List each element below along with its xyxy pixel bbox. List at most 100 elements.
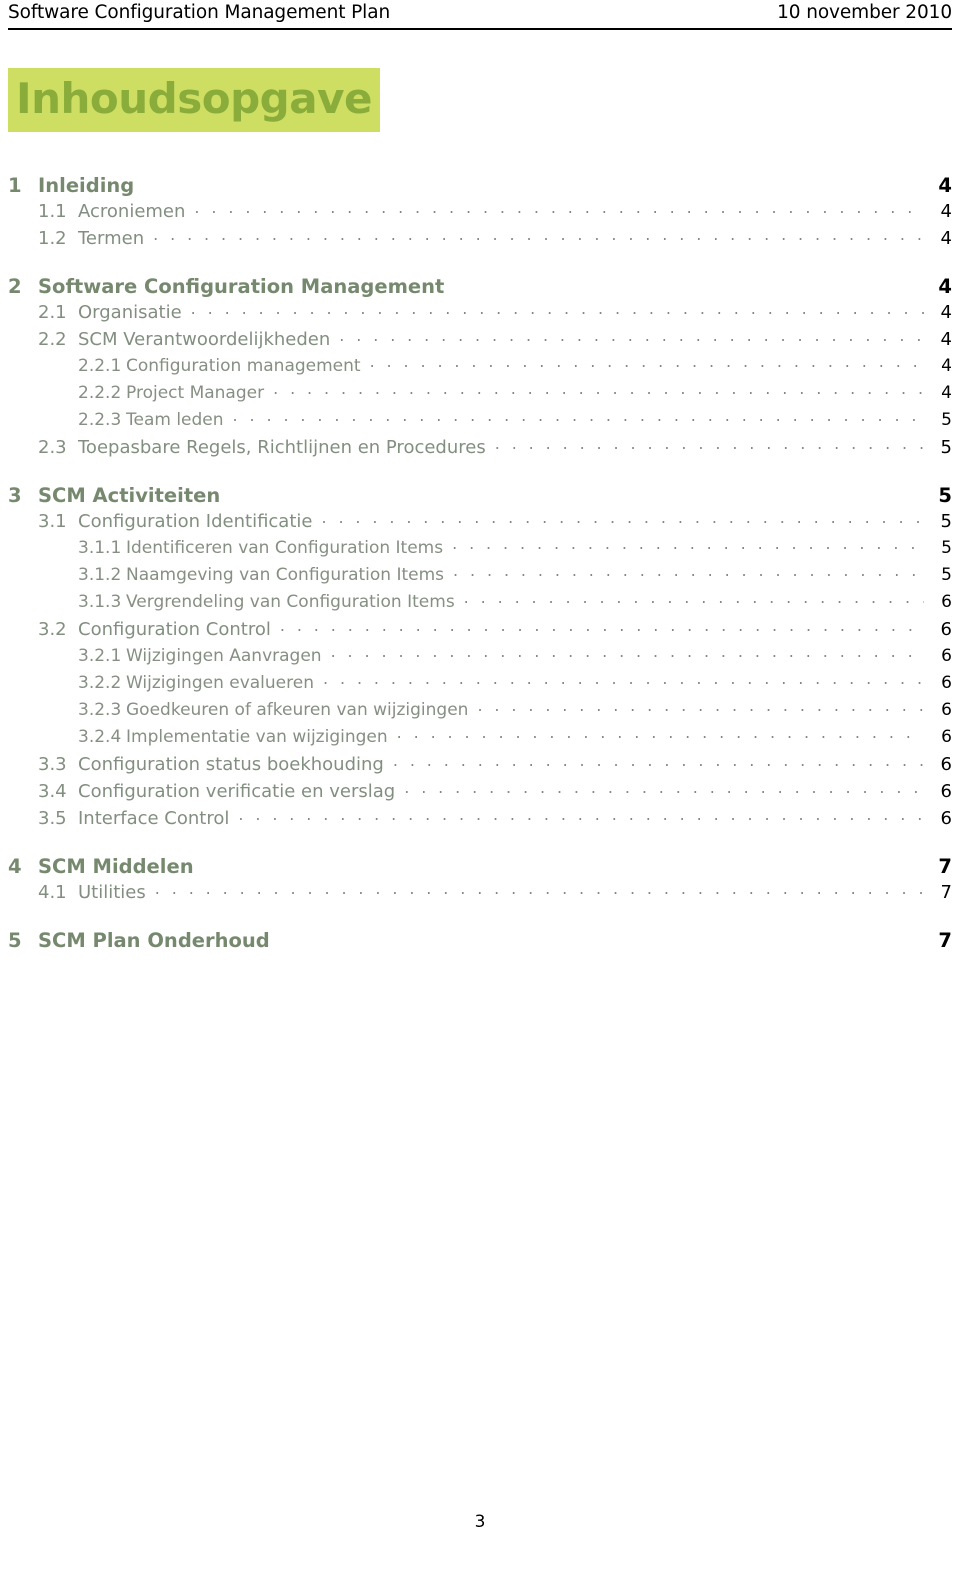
toc-entry-page-number: 6 — [941, 592, 952, 612]
toc-entry-page-number: 4 — [940, 228, 952, 249]
toc-entry-label: Vergrendeling van Configuration Items — [126, 592, 455, 612]
toc-entry-number: 2.3 — [38, 437, 67, 458]
toc-entry[interactable]: 4 SCM Middelen 7 — [8, 853, 952, 880]
toc-entry[interactable]: 3.4 Configuration verificatie en verslag 6 — [8, 779, 952, 806]
toc-entry-label: SCM Verantwoordelijkheden — [78, 329, 331, 350]
toc-entry-number: 3 — [8, 483, 22, 507]
toc-entry[interactable]: 3.2.1Wijzigingen Aanvragen 6 — [8, 644, 952, 671]
toc-entry-label: SCM Middelen — [38, 854, 194, 878]
toc-leader-dots — [273, 381, 924, 398]
toc-entry[interactable]: 2 Software Configuration Management 4 — [8, 273, 952, 300]
toc-entry-page-number: 6 — [940, 781, 952, 802]
toc-entry-label: Goedkeuren of afkeuren van wijzigingen — [126, 700, 469, 720]
toc-leader-dots — [155, 880, 924, 898]
toc-entry-label: Configuration Control — [78, 619, 271, 640]
header-date: 10 november 2010 — [777, 2, 952, 23]
header-divider-rule — [8, 28, 952, 30]
toc-leader-dots — [452, 536, 924, 553]
toc-entry-label: Team leden — [126, 410, 224, 430]
header-document-title: Software Configuration Management Plan — [8, 2, 391, 23]
toc-entry-number: 3.2 — [38, 619, 67, 640]
toc-entry-label: Implementatie van wijzigingen — [126, 727, 388, 747]
toc-entry[interactable]: 3.1.1 Identificeren van Configuration Ite… — [8, 536, 952, 563]
toc-entry-page-number: 4 — [938, 274, 952, 298]
toc-entry-label: Software Configuration Management — [38, 274, 445, 298]
toc-entry-page-number: 6 — [941, 646, 952, 666]
toc-entry[interactable]: 2.2 SCM Verantwoordelijkheden 4 — [8, 327, 952, 354]
toc-entry-label: Termen — [78, 228, 145, 249]
toc-entry-number: 3.2.3 — [78, 700, 122, 720]
toc-entry-number: 2.2.3 — [78, 410, 122, 430]
toc-entry-page-number: 7 — [938, 928, 952, 952]
toc-entry[interactable]: 3.1 Configuration Identificatie 5 — [8, 509, 952, 536]
toc-leader-dots — [339, 327, 924, 345]
toc-entry-number: 1.1 — [38, 201, 67, 222]
toc-entry-page-number: 5 — [941, 538, 952, 558]
toc-entry-number: 4.1 — [38, 882, 67, 903]
toc-entry[interactable]: 3.2 Configuration Control 6 — [8, 617, 952, 644]
toc-entry-page-number: 4 — [941, 356, 952, 376]
toc-entry-label: Interface Control — [78, 808, 230, 829]
toc-entry-number: 3.1 — [38, 511, 67, 532]
toc-entry[interactable]: 1 Inleiding 4 — [8, 172, 952, 199]
toc-entry-page-number: 6 — [941, 700, 952, 720]
toc-entry[interactable]: 3.3 Configuration status boekhouding 6 — [8, 752, 952, 779]
toc-entry[interactable]: 5 SCM Plan Onderhoud 7 — [8, 927, 952, 954]
toc-entry-number: 4 — [8, 854, 22, 878]
toc-leader-dots — [404, 779, 924, 797]
toc-leader-dots — [194, 199, 924, 217]
toc-entry-page-number: 5 — [941, 565, 952, 585]
toc-entry-number: 1.2 — [38, 228, 67, 249]
toc-leader-dots — [153, 226, 924, 244]
toc-leader-dots — [397, 725, 924, 742]
footer-page-number: 3 — [474, 1512, 486, 1532]
toc-entry[interactable]: 2.2.1Configuration management 4 — [8, 354, 952, 381]
toc-entry[interactable]: 2.1 Organisatie 4 — [8, 300, 952, 327]
toc-leader-dots — [233, 408, 924, 425]
toc-entry-number: 3.2.2 — [78, 673, 122, 693]
toc-entry[interactable]: 1.1 Acroniemen 4 — [8, 199, 952, 226]
running-header: Software Configuration Management Plan 1… — [8, 0, 952, 30]
toc-leader-dots — [464, 590, 924, 607]
toc-entry[interactable]: 3.1.3 Vergrendeling van Configuration Ite… — [8, 590, 952, 617]
toc-entry[interactable]: 4.1 Utilities 7 — [8, 880, 952, 907]
toc-entry[interactable]: 2.2.2Project Manager 4 — [8, 381, 952, 408]
toc-entry[interactable]: 3.2.4Implementatie van wijzigingen 6 — [8, 725, 952, 752]
toc-entry-label: Inleiding — [38, 173, 135, 197]
toc-leader-dots — [453, 563, 924, 580]
toc-entry-number: 2.2 — [38, 329, 67, 350]
table-of-contents: 1 Inleiding 4 1.1 Acroniemen 4 1.2 Termen 4 2 Soft… — [8, 172, 952, 954]
toc-entry-number: 3.4 — [38, 781, 67, 802]
toc-entry-label: Project Manager — [126, 383, 265, 403]
toc-entry[interactable]: 2.2.3Team leden 5 — [8, 408, 952, 435]
toc-entry-number: 3.1.2 — [78, 565, 122, 585]
toc-entry-page-number: 4 — [940, 329, 952, 350]
toc-entry-label: Organisatie — [78, 302, 182, 323]
toc-entry-label: Wijzigingen Aanvragen — [126, 646, 322, 666]
toc-entry[interactable]: 3.2.3 Goedkeuren of afkeuren van wijzigin… — [8, 698, 952, 725]
toc-entry-page-number: 4 — [941, 383, 952, 403]
toc-entry-page-number: 5 — [941, 410, 952, 430]
toc-leader-dots — [495, 435, 924, 453]
toc-entry-page-number: 7 — [940, 882, 952, 903]
toc-entry-number: 3.1.1 — [78, 538, 122, 558]
toc-leader-dots — [393, 752, 924, 770]
toc-leader-dots — [477, 698, 924, 715]
toc-entry[interactable]: 3.1.2Naamgeving van Configuration Items 5 — [8, 563, 952, 590]
toc-entry-page-number: 5 — [940, 437, 952, 458]
toc-entry[interactable]: 3.2.2Wijzigingen evalueren 6 — [8, 671, 952, 698]
toc-entry-number: 3.2.1 — [78, 646, 122, 666]
toc-entry[interactable]: 3 SCM Activiteiten 5 — [8, 482, 952, 509]
toc-entry-number: 2.2.2 — [78, 383, 122, 403]
toc-entry-number: 3.5 — [38, 808, 67, 829]
toc-entry[interactable]: 1.2 Termen 4 — [8, 226, 952, 253]
toc-entry-label: Naamgeving van Configuration Items — [126, 565, 445, 585]
toc-entry[interactable]: 3.5 Interface Control 6 — [8, 806, 952, 833]
toc-entry-page-number: 4 — [940, 201, 952, 222]
page-title: Inhoudsopgave — [8, 68, 380, 132]
toc-entry-label: Utilities — [78, 882, 146, 903]
toc-entry[interactable]: 2.3 Toepasbare Regels, Richtlijnen en Pro… — [8, 435, 952, 462]
toc-entry-label: SCM Plan Onderhoud — [38, 928, 270, 952]
toc-entry-number: 2.2.1 — [78, 356, 122, 376]
toc-entry-number: 2.1 — [38, 302, 67, 323]
